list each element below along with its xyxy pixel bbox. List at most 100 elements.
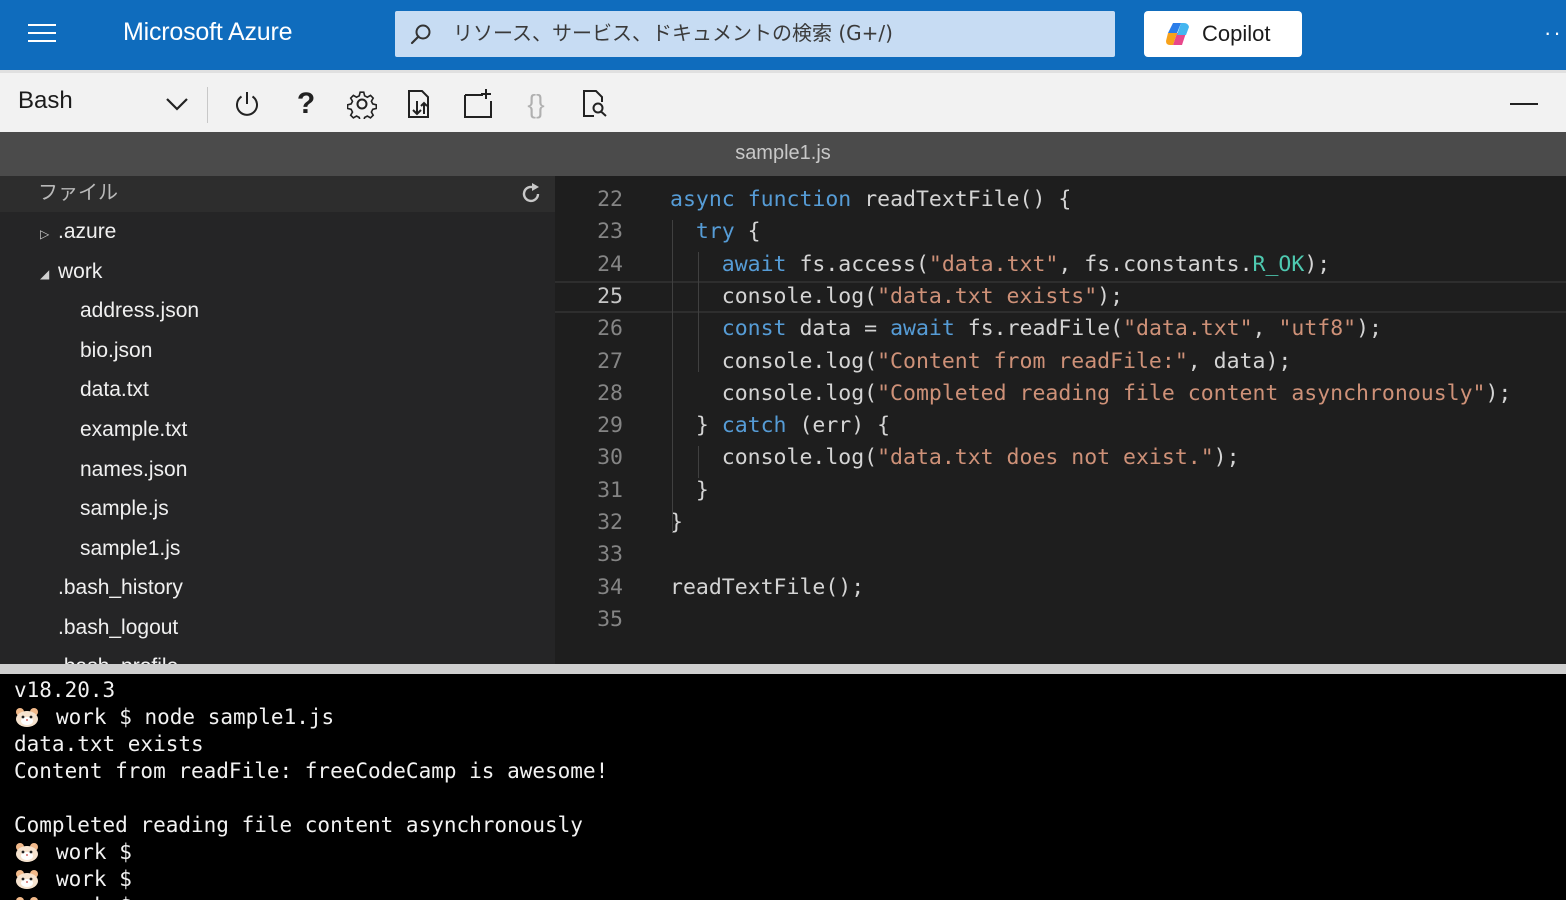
line-number: 24 [597, 251, 623, 277]
shell-type-dropdown[interactable]: Bash [18, 87, 194, 121]
string-token: "data.txt" [928, 251, 1059, 277]
code-token: { [734, 219, 761, 245]
brand-title[interactable]: Microsoft Azure [123, 18, 292, 47]
code-text: try { [670, 216, 761, 248]
code-text: console.log("Content from readFile:", da… [670, 346, 1292, 378]
terminal-prompt-line: work $ [14, 839, 132, 866]
code-text: console.log("data.txt exists"); [670, 283, 1123, 311]
code-line: 35 [555, 604, 1566, 636]
code-line: 22 async function readTextFile() { [555, 184, 1566, 216]
file-explorer-title: ファイル [38, 180, 118, 204]
collapsed-arrow-icon[interactable]: ▷ [40, 216, 58, 252]
file-tree-item-label: data.txt [80, 378, 149, 401]
copilot-button[interactable]: Copilot [1144, 11, 1302, 57]
file-tree-item[interactable]: data.txt [80, 372, 149, 408]
line-number: 29 [597, 413, 623, 439]
code-token: data = [786, 316, 891, 342]
indent-guide [698, 446, 699, 478]
settings-button[interactable] [345, 87, 379, 121]
code-token: ); [1356, 316, 1382, 342]
line-number: 33 [597, 542, 623, 568]
web-preview-button[interactable] [577, 87, 611, 121]
file-tree-item[interactable]: bio.json [80, 333, 152, 369]
file-tree-item[interactable]: ▷ .azure [40, 214, 116, 250]
file-tree-item[interactable]: .bash_logout [58, 610, 178, 646]
terminal-text: Completed reading file content asynchron… [14, 813, 583, 837]
string-token: "Completed reading file content asynchro… [877, 380, 1486, 406]
expanded-arrow-icon[interactable]: ◢ [40, 256, 58, 292]
constant-token: R_OK [1252, 251, 1305, 277]
search-input[interactable] [451, 20, 1095, 46]
code-token: } [670, 413, 722, 439]
string-token: "data.txt" [1123, 316, 1253, 342]
refresh-icon[interactable] [519, 182, 543, 206]
file-tree-item[interactable]: example.txt [80, 412, 187, 448]
code-token: , fs.constants. [1058, 251, 1253, 277]
string-token: "data.txt exists" [877, 283, 1098, 309]
code-token: fs.readFile( [954, 316, 1124, 342]
open-editor-braces-button[interactable]: {} [519, 87, 553, 121]
terminal-prompt-line: work $ [14, 893, 132, 900]
line-number: 25 [597, 283, 623, 309]
file-explorer-header: ファイル [0, 176, 555, 212]
terminal-text: data.txt exists [14, 732, 204, 756]
editor-tab-title[interactable]: sample1.js [0, 132, 1566, 176]
terminal-text: work $ [56, 894, 132, 900]
file-tree-item-label: address.json [80, 299, 200, 322]
code-line: 32} [555, 507, 1566, 539]
file-transfer-icon [408, 90, 429, 118]
azure-top-bar: Microsoft Azure Copilot ·· [0, 0, 1566, 70]
file-tree-item[interactable]: sample.js [80, 491, 169, 527]
code-token: console.log( [670, 348, 878, 374]
global-search-box[interactable] [395, 11, 1115, 57]
code-token: ); [1097, 283, 1124, 309]
cloud-shell-toolbar: Bash ? {} [0, 70, 1566, 132]
file-tree-item-label: .bash_logout [58, 616, 179, 639]
line-number: 34 [597, 574, 623, 600]
hamburger-menu-icon[interactable] [28, 24, 56, 44]
code-line: 30 console.log("data.txt does not exist.… [555, 442, 1566, 474]
file-tree-item[interactable]: address.json [80, 293, 199, 329]
line-number: 26 [597, 316, 623, 342]
minimize-icon[interactable] [1510, 103, 1538, 105]
new-session-button[interactable] [461, 87, 495, 121]
file-tree-item[interactable]: .bash_history [58, 570, 183, 606]
file-tree-item[interactable]: sample1.js [80, 531, 180, 567]
code-line: 29 } catch (err) { [555, 410, 1566, 442]
code-token: console.log( [670, 283, 878, 309]
file-tree-item-label: .azure [58, 220, 117, 243]
terminal-line: v18.20.3 [14, 677, 115, 704]
code-text: console.log("data.txt does not exist."); [670, 442, 1240, 474]
file-tree-item-label: sample.js [80, 497, 169, 520]
code-token: , data); [1187, 348, 1292, 374]
copilot-logo-icon [1166, 23, 1189, 45]
help-button[interactable]: ? [289, 87, 323, 121]
keyword-token: function [747, 187, 852, 212]
string-token: "data.txt does not exist." [877, 445, 1214, 471]
line-number: 22 [597, 187, 623, 212]
file-tree-item[interactable]: .bash_profile [58, 649, 178, 664]
file-search-icon [583, 90, 607, 117]
hamster-icon [16, 870, 38, 889]
line-number: 30 [597, 445, 623, 471]
upload-download-files-button[interactable] [402, 87, 436, 121]
power-icon [236, 92, 258, 116]
restart-button[interactable] [230, 87, 264, 121]
file-tree-item[interactable]: ◢ work [40, 254, 102, 290]
line-number: 31 [597, 477, 623, 503]
terminal-text: work $ [56, 840, 132, 864]
code-line: 28 console.log("Completed reading file c… [555, 378, 1566, 410]
keyword-token: const [721, 316, 787, 342]
more-options-icon[interactable]: ·· [1544, 20, 1563, 46]
code-editor[interactable]: 22 async function readTextFile() {23 try … [555, 176, 1566, 664]
code-token: (err) { [786, 413, 891, 439]
code-text: async function readTextFile() { [670, 184, 1071, 216]
new-window-icon [464, 89, 492, 118]
code-token: , [1252, 316, 1279, 342]
file-tree-item-label: sample1.js [80, 537, 181, 560]
panel-resize-handle[interactable] [0, 664, 1566, 674]
file-tree-item[interactable]: names.json [80, 452, 187, 488]
terminal-output[interactable]: v18.20.3 work $ node sample1.js data.txt e… [0, 674, 1566, 900]
